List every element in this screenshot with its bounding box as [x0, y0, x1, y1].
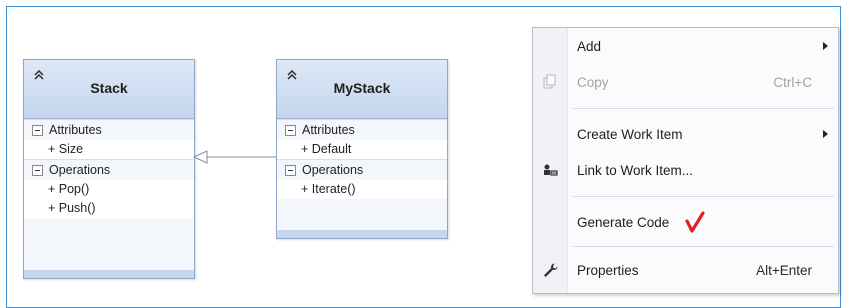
section-label: Operations — [49, 163, 111, 177]
menu-item-label: Generate Code — [577, 214, 670, 230]
menu-item-label: Add — [577, 38, 602, 54]
operations-section[interactable]: Operations — [24, 159, 194, 180]
menu-separator — [573, 196, 834, 197]
menu-item-shortcut: Alt+Enter — [756, 262, 812, 278]
class-stack[interactable]: Stack Attributes + Size Operations + Pop… — [23, 59, 195, 279]
diagram-canvas: Stack Attributes + Size Operations + Pop… — [6, 6, 841, 308]
menu-item-link-to-work-item[interactable]: Link to Work Item... — [533, 152, 838, 188]
class-mystack[interactable]: MyStack Attributes + Default Operations … — [276, 59, 448, 239]
collapse-minus-icon[interactable] — [32, 164, 43, 176]
class-header: Stack — [24, 60, 194, 119]
class-title: MyStack — [333, 80, 391, 96]
class-footer — [277, 230, 447, 238]
menu-item-generate-code[interactable]: Generate Code — [533, 204, 838, 240]
menu-item-shortcut: Ctrl+C — [773, 74, 812, 90]
menu-item-add[interactable]: Add — [533, 28, 838, 64]
collapse-minus-icon[interactable] — [32, 124, 43, 136]
menu-item-label: Copy — [577, 74, 609, 90]
red-checkmark-icon — [685, 211, 705, 233]
attributes-section[interactable]: Attributes — [277, 119, 447, 140]
class-footer — [24, 270, 194, 278]
menu-item-copy[interactable]: Copy Ctrl+C — [533, 64, 838, 100]
attribute-row[interactable]: + Size — [24, 140, 194, 159]
section-label: Operations — [302, 163, 364, 177]
attribute-row[interactable]: + Default — [277, 140, 447, 159]
generalization-arrowhead-icon — [193, 150, 208, 164]
menu-item-create-work-item[interactable]: Create Work Item — [533, 116, 838, 152]
link-work-item-icon — [544, 164, 558, 176]
submenu-arrow-icon — [823, 130, 828, 138]
section-label: Attributes — [302, 123, 355, 137]
operation-row[interactable]: + Push() — [24, 199, 194, 218]
menu-item-label: Create Work Item — [577, 126, 683, 142]
wrench-icon — [544, 263, 558, 277]
menu-item-label: Link to Work Item... — [577, 162, 694, 178]
operation-row[interactable]: + Pop() — [24, 180, 194, 199]
copy-icon — [543, 74, 556, 89]
menu-separator — [573, 246, 834, 247]
operation-row[interactable]: + Iterate() — [277, 180, 447, 199]
operations-section[interactable]: Operations — [277, 159, 447, 180]
section-label: Attributes — [49, 123, 102, 137]
attributes-section[interactable]: Attributes — [24, 119, 194, 140]
menu-item-properties[interactable]: Properties Alt+Enter — [533, 252, 838, 288]
collapse-minus-icon[interactable] — [285, 164, 296, 176]
inheritance-connector[interactable] — [193, 147, 277, 167]
class-header: MyStack — [277, 60, 447, 119]
submenu-arrow-icon — [823, 42, 828, 50]
menu-item-label: Properties — [577, 262, 639, 278]
class-title: Stack — [90, 80, 128, 96]
menu-separator — [573, 108, 834, 109]
context-menu: Add Copy Ctrl+C Create Work Item Link to — [532, 27, 839, 294]
collapse-minus-icon[interactable] — [285, 124, 296, 136]
